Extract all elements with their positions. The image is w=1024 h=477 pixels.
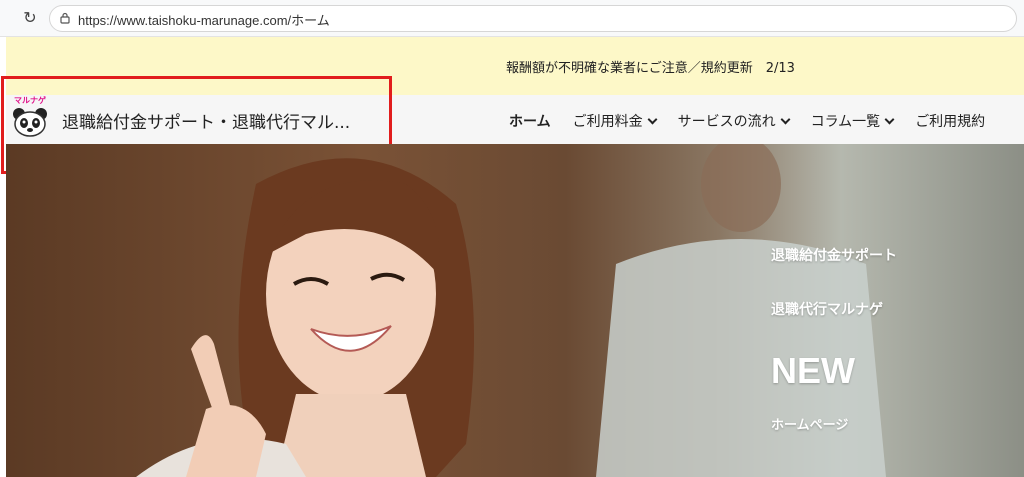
address-bar[interactable]: https://www.taishoku-marunage.com/ホーム — [49, 5, 1017, 32]
nav-item-columns[interactable]: コラム一覧 — [810, 111, 895, 131]
browser-toolbar: ↻ https://www.taishoku-marunage.com/ホーム — [0, 0, 1024, 37]
url-text: https://www.taishoku-marunage.com/ホーム — [78, 13, 330, 28]
chevron-down-icon — [647, 114, 658, 124]
main-nav: ホーム ご利用料金 サービスの流れ コラム一覧 ご利用規約 — [509, 111, 1007, 131]
hero-banner: 退職給付金サポート 退職代行マルナゲ NEW ホームページ — [6, 144, 1024, 477]
nav-label: コラム一覧 — [810, 114, 881, 130]
nav-label: ご利用規約 — [915, 114, 986, 130]
hero-line-1: 退職給付金サポート — [771, 247, 897, 263]
nav-item-home[interactable]: ホーム — [509, 111, 551, 131]
chevron-down-icon — [780, 114, 791, 124]
nav-label: ホーム — [509, 114, 551, 130]
lock-icon — [60, 12, 70, 24]
hero-line-3: NEW — [771, 350, 855, 391]
nav-item-pricing[interactable]: ご利用料金 — [572, 111, 658, 131]
hero-line-2: 退職代行マルナゲ — [771, 301, 883, 317]
nav-label: ご利用料金 — [572, 114, 643, 130]
reload-icon[interactable]: ↻ — [20, 8, 40, 28]
nav-label: サービスの流れ — [677, 114, 776, 130]
chevron-down-icon — [884, 114, 895, 124]
nav-item-service-flow[interactable]: サービスの流れ — [677, 111, 791, 131]
hero-line-4: ホームページ — [771, 417, 849, 432]
announcement-text[interactable]: 報酬額が不明確な業者にご注意／規約更新 2/13 — [506, 57, 795, 76]
nav-item-terms[interactable]: ご利用規約 — [915, 111, 985, 131]
